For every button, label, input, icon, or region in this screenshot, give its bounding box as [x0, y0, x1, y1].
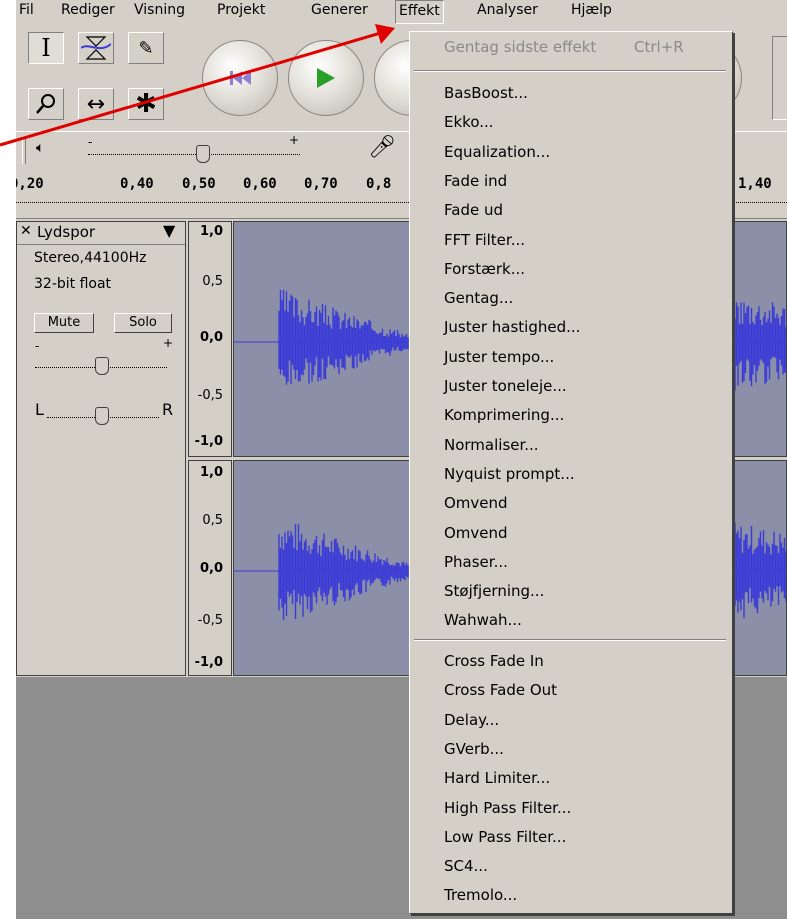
annotation-arrow [0, 24, 395, 147]
